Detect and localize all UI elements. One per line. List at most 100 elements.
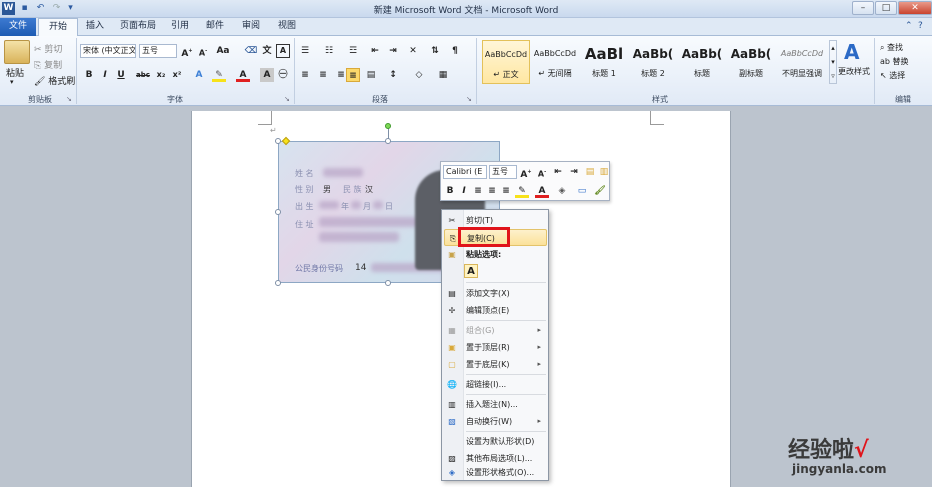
styles-scroll[interactable]: ▴ ▾ ▿: [829, 40, 837, 84]
chinese-layout-icon[interactable]: ✕: [406, 44, 420, 58]
font-launcher-icon[interactable]: ↘: [284, 95, 290, 103]
tab-page-layout[interactable]: 页面布局: [114, 18, 162, 36]
mini-decrease-indent-icon[interactable]: ⇤: [551, 165, 565, 179]
superscript-icon[interactable]: x²: [170, 68, 184, 82]
shading-icon[interactable]: ◇: [412, 68, 426, 82]
enclose-characters-icon[interactable]: ㊀: [276, 68, 290, 82]
align-center-icon[interactable]: ≡: [316, 68, 330, 82]
change-styles-button[interactable]: 更改样式: [838, 66, 870, 77]
text-effects-icon[interactable]: A: [192, 68, 206, 82]
menu-item-insert-caption[interactable]: ▥ 插入题注(N)...: [444, 396, 547, 413]
subscript-icon[interactable]: x₂: [154, 68, 168, 82]
tab-review[interactable]: 审阅: [236, 18, 266, 36]
resize-handle[interactable]: [385, 138, 391, 144]
bold-icon[interactable]: B: [82, 68, 96, 82]
resize-handle[interactable]: [275, 138, 281, 144]
tab-file[interactable]: 文件: [0, 18, 36, 36]
tab-mailings[interactable]: 邮件: [200, 18, 230, 36]
mini-grow-font-icon[interactable]: A+: [519, 165, 533, 180]
mini-shrink-font-icon[interactable]: A-: [535, 165, 549, 179]
find-button[interactable]: ⌕ 查找: [880, 42, 903, 53]
mini-increase-indent-icon[interactable]: ⇥: [567, 165, 581, 179]
close-button[interactable]: ✕: [898, 1, 932, 15]
change-case-icon[interactable]: Aa: [216, 44, 230, 58]
font-name-combo[interactable]: 宋体 (中文正文: [80, 44, 136, 58]
maximize-button[interactable]: □: [875, 1, 897, 15]
minimize-button[interactable]: –: [852, 1, 874, 15]
resize-handle[interactable]: [385, 280, 391, 286]
menu-item-hyperlink[interactable]: 🌐 超链接(I)...: [444, 376, 547, 393]
line-spacing-icon[interactable]: ↕: [386, 68, 400, 82]
paste-icon[interactable]: [4, 40, 30, 64]
justify-icon[interactable]: ≡: [346, 68, 360, 82]
mini-outline-icon[interactable]: ▭: [575, 184, 589, 198]
resize-handle[interactable]: [275, 209, 281, 215]
mini-italic-icon[interactable]: I: [457, 184, 471, 198]
mini-size-combo[interactable]: 五号: [489, 165, 517, 179]
rotate-handle[interactable]: [385, 123, 391, 129]
replace-button[interactable]: ab 替换: [880, 56, 909, 67]
tab-home[interactable]: 开始: [38, 18, 78, 37]
paste-dropdown-icon[interactable]: ▾: [10, 78, 14, 86]
style-heading-2[interactable]: AaBb( 标题 2: [629, 40, 677, 84]
numbering-icon[interactable]: ☷: [322, 44, 336, 58]
character-shading-icon[interactable]: A: [260, 68, 274, 82]
menu-item-add-text[interactable]: ▤ 添加文字(X): [444, 285, 547, 302]
paste-keep-text-button[interactable]: A: [464, 264, 478, 278]
sort-icon[interactable]: ⇅: [428, 44, 442, 58]
shrink-font-icon[interactable]: A-: [196, 44, 210, 58]
menu-item-send-to-back[interactable]: ▢ 置于底层(K) ▸: [444, 356, 547, 373]
highlight-icon[interactable]: ✎: [212, 68, 226, 82]
style-no-spacing[interactable]: AaBbCcDd ↵ 无间隔: [531, 40, 579, 84]
menu-item-format-shape[interactable]: ◈ 设置形状格式(O)...: [444, 464, 547, 481]
strikethrough-icon[interactable]: abc: [136, 68, 150, 82]
copy-button[interactable]: ⎘ 复制: [34, 58, 62, 71]
help-icon[interactable]: ?: [918, 21, 930, 33]
format-painter-button[interactable]: 🖌 格式刷: [34, 74, 75, 87]
font-size-combo[interactable]: 五号: [139, 44, 177, 58]
multilevel-list-icon[interactable]: ☲: [346, 44, 360, 58]
resize-handle[interactable]: [275, 280, 281, 286]
paragraph-launcher-icon[interactable]: ↘: [466, 95, 472, 103]
menu-item-wrap-text[interactable]: ▧ 自动换行(W) ▸: [444, 413, 547, 430]
italic-icon[interactable]: I: [98, 68, 112, 82]
mini-format-painter-icon[interactable]: ▤: [583, 165, 597, 179]
decrease-indent-icon[interactable]: ⇤: [368, 44, 382, 58]
mini-align-left-icon[interactable]: ≡: [471, 184, 485, 198]
mini-font-color-icon[interactable]: A: [535, 184, 549, 198]
bullets-icon[interactable]: ☰: [298, 44, 312, 58]
mini-styles-icon[interactable]: ▥: [597, 165, 611, 179]
style-title[interactable]: AaBb( 标题: [678, 40, 726, 84]
font-color-icon[interactable]: A: [236, 68, 250, 82]
grow-font-icon[interactable]: A+: [180, 44, 194, 59]
mini-align-right-icon[interactable]: ≡: [499, 184, 513, 198]
paste-button[interactable]: 粘贴: [6, 66, 24, 79]
clear-format-icon[interactable]: ⌫: [244, 44, 258, 58]
menu-item-edit-points[interactable]: ✢ 编辑顶点(E): [444, 302, 547, 319]
phonetic-guide-icon[interactable]: 文: [260, 44, 274, 58]
show-marks-icon[interactable]: ¶: [448, 44, 462, 58]
borders-icon[interactable]: ▦: [436, 68, 450, 82]
tab-insert[interactable]: 插入: [80, 18, 110, 36]
style-normal[interactable]: AaBbCcDd ↵ 正文: [482, 40, 530, 84]
tab-references[interactable]: 引用: [165, 18, 195, 36]
align-left-icon[interactable]: ≡: [298, 68, 312, 82]
style-heading-1[interactable]: AaBl 标题 1: [580, 40, 628, 84]
mini-painter-icon[interactable]: 🖌: [593, 184, 607, 198]
select-button[interactable]: ↖ 选择: [880, 70, 905, 81]
distributed-icon[interactable]: ▤: [364, 68, 378, 82]
mini-font-combo[interactable]: Calibri (E: [443, 165, 487, 179]
cut-button[interactable]: ✂ 剪切: [34, 42, 62, 55]
mini-highlight-icon[interactable]: ✎: [515, 184, 529, 198]
character-border-icon[interactable]: A: [276, 44, 290, 58]
style-subtitle[interactable]: AaBb( 副标题: [727, 40, 775, 84]
mini-align-center-icon[interactable]: ≡: [485, 184, 499, 198]
menu-item-bring-to-front[interactable]: ▣ 置于顶层(R) ▸: [444, 339, 547, 356]
style-subtle-emphasis[interactable]: AaBbCcDd 不明显强调: [776, 40, 828, 84]
increase-indent-icon[interactable]: ⇥: [386, 44, 400, 58]
clipboard-launcher-icon[interactable]: ↘: [66, 95, 72, 103]
mini-bold-icon[interactable]: B: [443, 184, 457, 198]
menu-item-set-default-shape[interactable]: 设置为默认形状(D): [444, 433, 547, 450]
tab-view[interactable]: 视图: [272, 18, 302, 36]
underline-icon[interactable]: U: [114, 68, 128, 82]
